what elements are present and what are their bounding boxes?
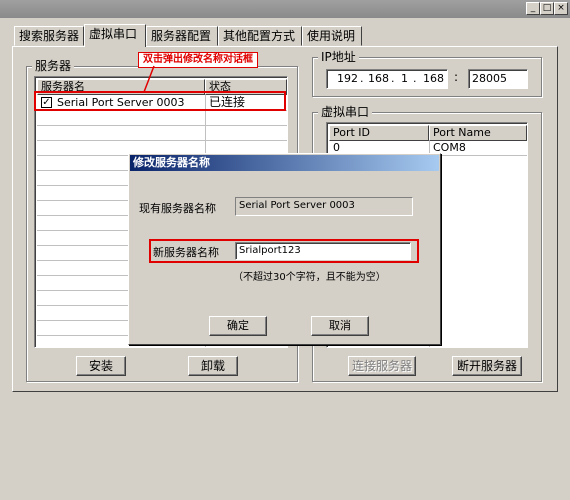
- title-bar: _ □ ×: [0, 0, 570, 18]
- maximize-button[interactable]: □: [540, 2, 554, 15]
- connect-server-button[interactable]: 连接服务器: [348, 356, 416, 376]
- tab-other-config[interactable]: 其他配置方式: [218, 26, 302, 46]
- name-hint: （不超过30个字符，且不能为空）: [233, 272, 386, 283]
- new-name-label: 新服务器名称: [153, 246, 219, 259]
- virtual-port-group-title: 虚拟串口: [318, 105, 373, 119]
- port-field[interactable]: 28005: [468, 69, 528, 89]
- tab-server-config[interactable]: 服务器配置: [146, 26, 218, 46]
- rename-server-dialog: 修改服务器名称 现有服务器名称 Serial Port Server 0003 …: [128, 153, 441, 345]
- servers-group-title: 服务器: [32, 59, 75, 73]
- disconnect-server-button[interactable]: 断开服务器: [452, 356, 522, 376]
- uninstall-button[interactable]: 卸载: [188, 356, 238, 376]
- callout-arrow-icon: [143, 65, 155, 93]
- ip-group-title: IP地址: [318, 50, 359, 64]
- ok-button[interactable]: 确定: [209, 316, 267, 336]
- current-name-field: Serial Port Server 0003: [235, 197, 413, 216]
- new-name-input[interactable]: Srialport123: [235, 242, 411, 260]
- ip-address-field[interactable]: 192 . 168 . 1 . 168: [326, 69, 448, 89]
- dialog-title: 修改服务器名称: [130, 155, 439, 171]
- tab-virtual-port[interactable]: 虚拟串口: [84, 24, 146, 47]
- minimize-button[interactable]: _: [526, 2, 540, 15]
- install-button[interactable]: 安装: [76, 356, 126, 376]
- server-row-highlight: [34, 91, 286, 111]
- tab-search-server[interactable]: 搜索服务器: [14, 26, 84, 46]
- column-header-port-id[interactable]: Port ID: [329, 125, 429, 141]
- current-name-label: 现有服务器名称: [139, 202, 216, 215]
- column-header-port-name[interactable]: Port Name: [429, 125, 527, 141]
- close-button[interactable]: ×: [554, 2, 568, 15]
- cancel-button[interactable]: 取消: [311, 316, 369, 336]
- tab-help[interactable]: 使用说明: [302, 26, 362, 46]
